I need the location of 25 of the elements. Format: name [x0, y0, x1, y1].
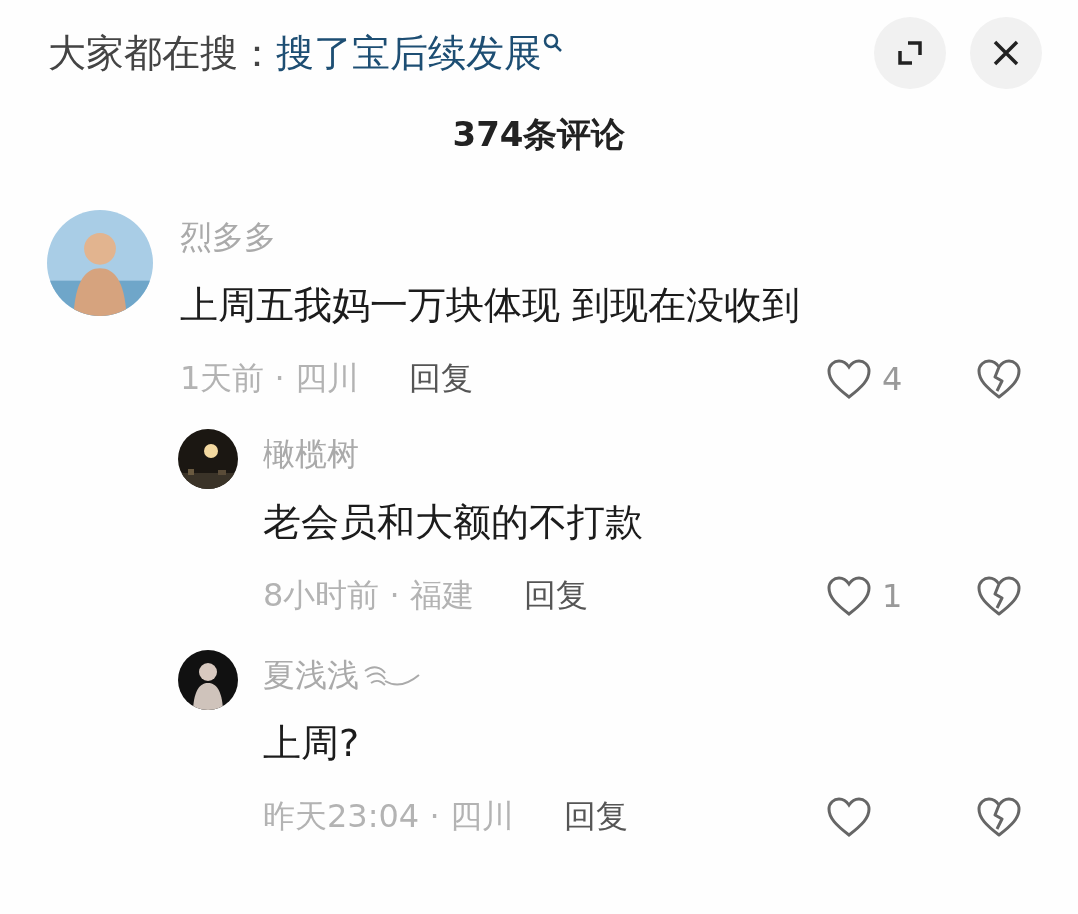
reply-button[interactable]: 回复 [408, 357, 473, 401]
user-name: 烈多多 [180, 217, 276, 258]
search-icon [542, 31, 564, 54]
comment-text: 老会员和大额的不打款 [263, 499, 644, 546]
broken-heart-icon [976, 575, 1022, 617]
comment-time-location: 8小时前 · 福建 [263, 575, 474, 616]
reply-button[interactable]: 回复 [563, 795, 628, 839]
user-name: 橄榄树 [263, 434, 359, 475]
reply-button[interactable]: 回复 [523, 574, 588, 618]
comment-time-location: 1天前 · 四川 [180, 358, 359, 399]
comment-count: 374条评论 [451, 113, 627, 156]
broken-heart-icon [976, 358, 1022, 400]
trending-label: 大家都在搜： [48, 29, 276, 77]
dislike-button[interactable] [976, 358, 1022, 400]
comment-text: 上周五我妈一万块体现 到现在没收到 [180, 282, 802, 329]
like-count: 1 [882, 577, 903, 615]
close-icon [991, 38, 1021, 68]
dislike-button[interactable] [976, 575, 1022, 617]
broken-heart-icon [976, 796, 1022, 838]
user-name: 夏浅浅 [263, 655, 359, 696]
like-count: 4 [882, 360, 903, 398]
comment-text: 上周? [263, 720, 361, 767]
comment-time-location: 昨天23:04 · 四川 [263, 796, 514, 837]
dislike-button[interactable] [976, 796, 1022, 838]
trending-query-link[interactable]: 搜了宝后续发展 [276, 27, 542, 79]
